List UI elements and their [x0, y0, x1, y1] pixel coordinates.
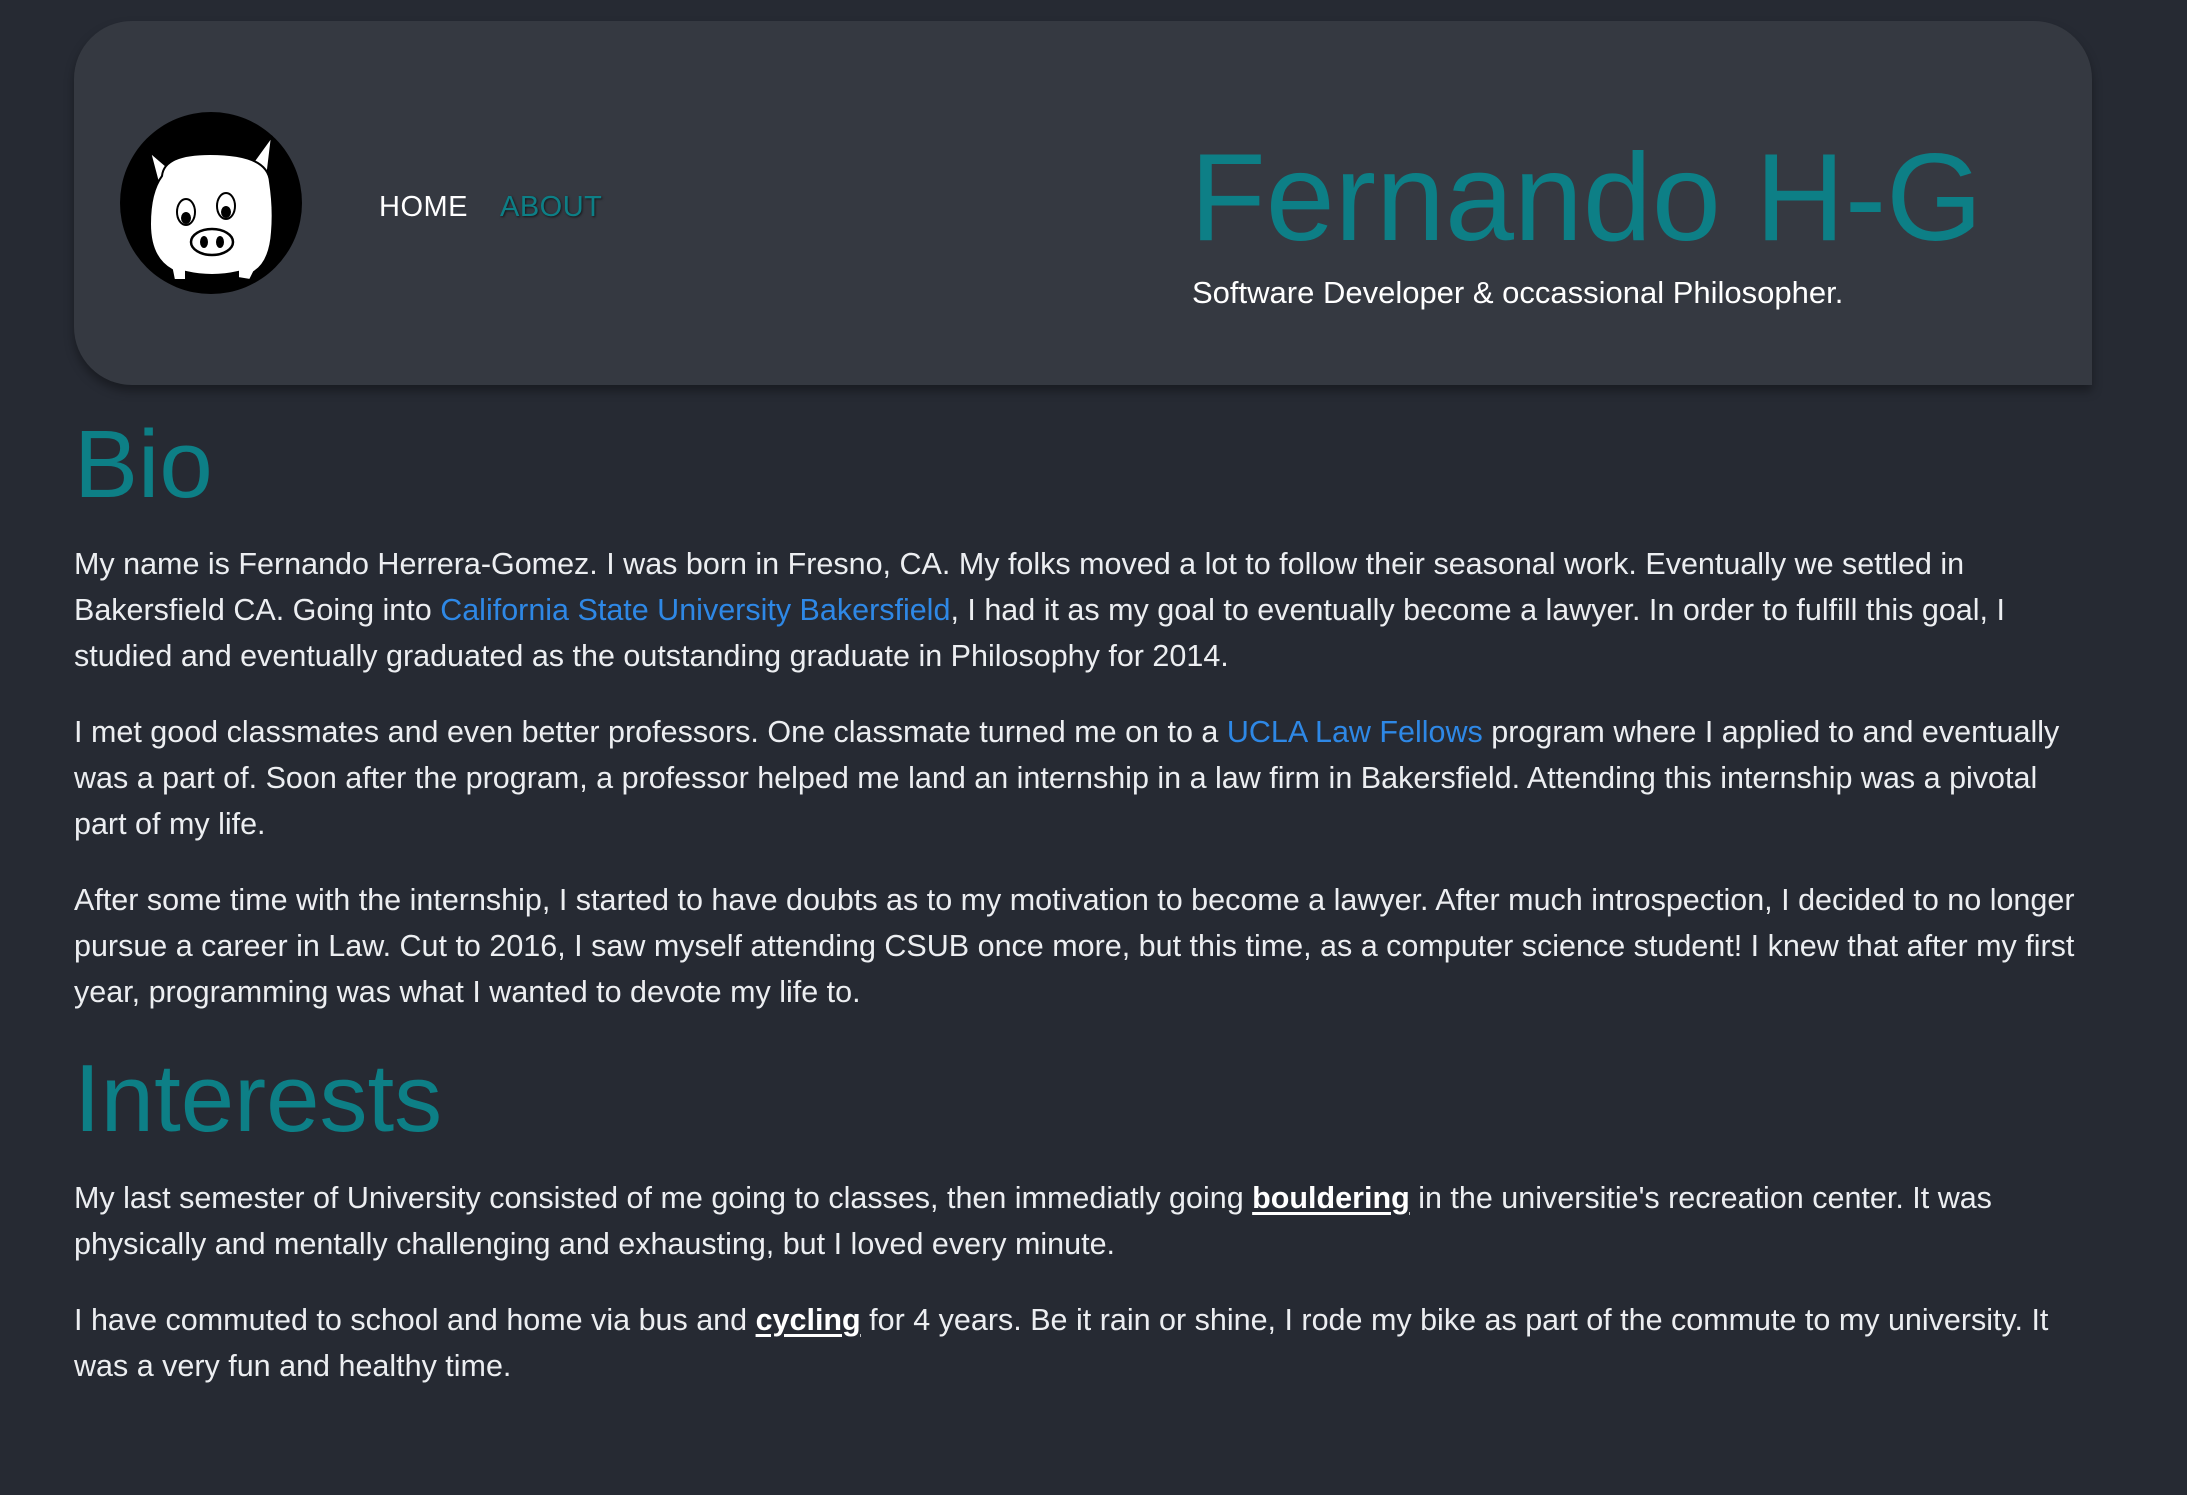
ucla-law-fellows-link[interactable]: UCLA Law Fellows: [1227, 715, 1483, 749]
interests-paragraph-1: My last semester of University consisted…: [74, 1175, 2090, 1267]
text-span: I have commuted to school and home via b…: [74, 1303, 756, 1337]
site-header: HOME ABOUT Fernando H-G Software Develop…: [74, 21, 2092, 385]
cycling-link[interactable]: cycling: [756, 1303, 861, 1337]
text-span: My last semester of University consisted…: [74, 1181, 1253, 1215]
nav-about-link[interactable]: ABOUT: [500, 187, 602, 227]
bio-paragraph-2: I met good classmates and even better pr…: [74, 709, 2090, 847]
pig-logo-avatar[interactable]: [120, 112, 302, 294]
text-span: I met good classmates and even better pr…: [74, 715, 1227, 749]
bio-section: Bio My name is Fernando Herrera-Gomez. I…: [74, 405, 2090, 1015]
pig-icon: [148, 132, 274, 282]
site-tagline: Software Developer & occassional Philoso…: [1192, 275, 1844, 310]
nav-home-link[interactable]: HOME: [379, 187, 468, 227]
bio-paragraph-1: My name is Fernando Herrera-Gomez. I was…: [74, 541, 2090, 679]
main-content: Bio My name is Fernando Herrera-Gomez. I…: [74, 405, 2090, 1419]
main-nav: HOME ABOUT: [379, 187, 602, 227]
bio-paragraph-3: After some time with the internship, I s…: [74, 883, 2075, 1009]
interests-paragraph-2: I have commuted to school and home via b…: [74, 1297, 2090, 1389]
bouldering-link[interactable]: bouldering: [1252, 1181, 1410, 1215]
bio-heading: Bio: [74, 411, 213, 518]
csub-link[interactable]: California State University Bakersfield: [440, 593, 950, 627]
site-title: Fernando H-G: [1190, 129, 1983, 267]
interests-section: Interests My last semester of University…: [74, 1039, 2090, 1389]
interests-heading: Interests: [74, 1045, 443, 1152]
